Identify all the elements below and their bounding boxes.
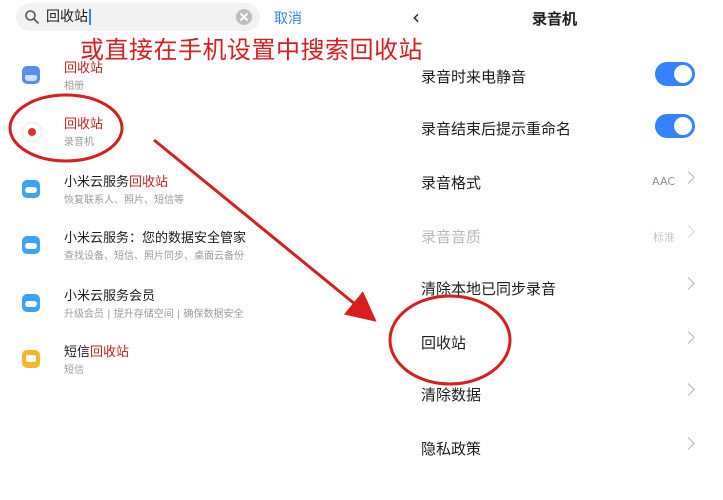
result-subtitle: 短信 bbox=[64, 365, 84, 376]
cancel-button[interactable]: 取消 bbox=[274, 8, 302, 28]
setting-label: 清除本地已同步录音 bbox=[421, 280, 557, 298]
chevron-right-icon bbox=[682, 383, 695, 396]
search-results-panel: 回收站 取消 回收站 相册 回收站 录音机 小米云服务回收站 恢复联系人、照片、… bbox=[0, 0, 345, 500]
setting-label: 回收站 bbox=[421, 334, 467, 352]
chevron-right-icon bbox=[682, 171, 695, 184]
search-icon bbox=[25, 10, 39, 24]
setting-value: AAC bbox=[652, 175, 675, 188]
search-bar[interactable]: 回收站 bbox=[16, 3, 260, 31]
setting-row-rename-prompt[interactable]: 录音结束后提示重命名 bbox=[415, 108, 705, 148]
result-title: 回收站 bbox=[64, 117, 104, 132]
setting-label: 录音音质 bbox=[421, 228, 482, 246]
back-chevron-icon[interactable]: ‹ bbox=[412, 6, 420, 28]
chevron-right-icon bbox=[682, 437, 695, 450]
result-subtitle: 升级会员 | 提升存储空间 | 确保数据安全 bbox=[64, 309, 244, 320]
mute-calls-toggle[interactable] bbox=[655, 62, 695, 86]
setting-label: 录音结束后提示重命名 bbox=[421, 120, 572, 138]
chevron-right-icon bbox=[682, 277, 695, 290]
setting-row-mute-calls[interactable]: 录音时来电静音 bbox=[415, 56, 705, 96]
search-input[interactable]: 回收站 bbox=[46, 7, 91, 27]
result-item[interactable]: 短信回收站 短信 bbox=[0, 344, 345, 392]
result-subtitle: 录音机 bbox=[64, 137, 94, 148]
chevron-right-icon bbox=[682, 331, 695, 344]
result-subtitle: 查找设备、短信、照片同步、桌面云备份 bbox=[64, 251, 244, 262]
clear-search-icon[interactable] bbox=[236, 9, 252, 25]
setting-row-quality: 录音音质 标准 bbox=[415, 216, 705, 256]
page-title: 录音机 bbox=[532, 10, 578, 28]
setting-value: 标准 bbox=[653, 231, 675, 244]
setting-row-clear-data[interactable]: 清除数据 bbox=[415, 374, 705, 414]
result-item[interactable]: 小米云服务回收站 恢复联系人、照片、短信等 bbox=[0, 174, 345, 222]
xiaomi-cloud-icon bbox=[22, 180, 40, 198]
result-item[interactable]: 小米云服务：您的数据安全管家 查找设备、短信、照片同步、桌面云备份 bbox=[0, 230, 345, 278]
result-title: 小米云服务回收站 bbox=[64, 175, 169, 190]
result-item[interactable]: 小米云服务会员 升级会员 | 提升存储空间 | 确保数据安全 bbox=[0, 288, 345, 336]
result-subtitle: 恢复联系人、照片、短信等 bbox=[64, 195, 184, 206]
result-title: 小米云服务会员 bbox=[64, 289, 156, 304]
result-item[interactable]: 回收站 相册 bbox=[0, 60, 345, 108]
setting-label: 清除数据 bbox=[421, 386, 482, 404]
result-title: 小米云服务：您的数据安全管家 bbox=[64, 231, 247, 246]
setting-label: 录音时来电静音 bbox=[421, 68, 527, 86]
setting-label: 隐私政策 bbox=[421, 440, 482, 458]
setting-row-format[interactable]: 录音格式 AAC bbox=[415, 162, 705, 202]
xiaomi-cloud-icon bbox=[22, 294, 40, 312]
recorder-app-icon bbox=[22, 122, 42, 142]
chevron-right-icon bbox=[682, 225, 695, 238]
xiaomi-cloud-icon bbox=[22, 236, 40, 254]
sms-app-icon bbox=[22, 350, 40, 368]
setting-label: 录音格式 bbox=[421, 174, 482, 192]
setting-row-clear-synced[interactable]: 清除本地已同步录音 bbox=[415, 268, 705, 308]
rename-prompt-toggle[interactable] bbox=[655, 114, 695, 138]
result-title: 短信回收站 bbox=[64, 345, 130, 360]
setting-row-privacy[interactable]: 隐私政策 bbox=[415, 428, 705, 468]
gallery-app-icon bbox=[22, 66, 40, 84]
result-item[interactable]: 回收站 录音机 bbox=[0, 116, 345, 164]
text-caret bbox=[89, 9, 91, 25]
result-subtitle: 相册 bbox=[64, 81, 84, 92]
annotation-banner: 或直接在手机设置中搜索回收站 bbox=[80, 36, 423, 64]
setting-row-recycle-bin[interactable]: 回收站 bbox=[415, 322, 705, 362]
